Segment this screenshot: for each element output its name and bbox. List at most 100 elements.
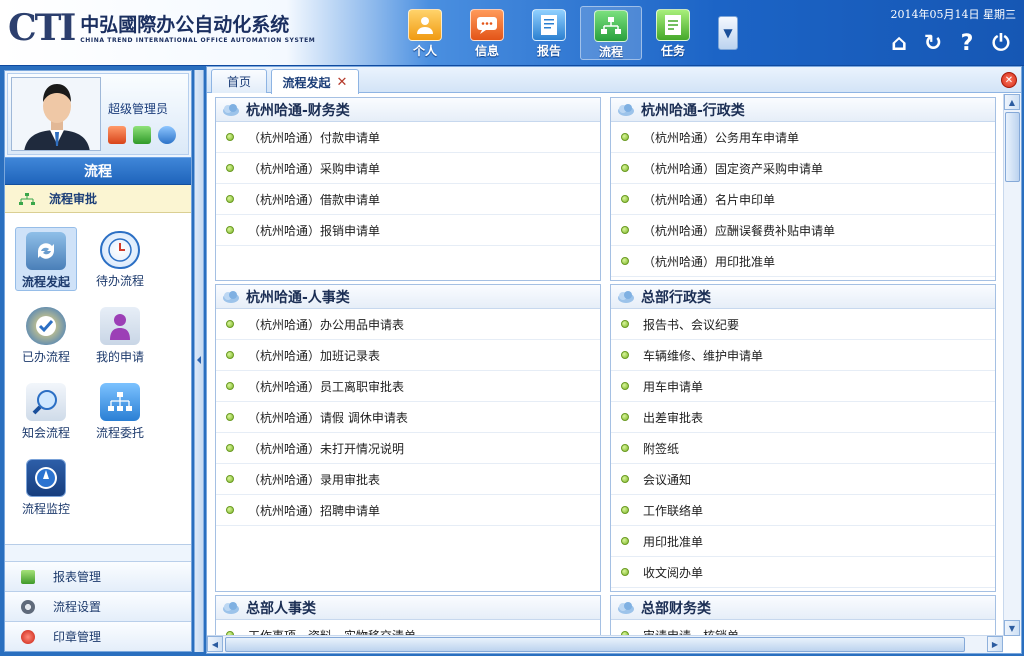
logo-mark: CTI xyxy=(8,7,76,49)
list-item[interactable]: 收文阅办单 xyxy=(611,557,995,588)
list-item[interactable]: 报告书、会议纪要 xyxy=(611,309,995,340)
power-icon[interactable]: ⏻ xyxy=(984,30,1018,56)
list-item[interactable]: （杭州哈通）报销申请单 xyxy=(216,215,600,246)
nav-flow[interactable]: 流程 xyxy=(580,6,642,60)
list-item[interactable]: （杭州哈通）招聘申请单 xyxy=(216,495,600,526)
bullet-icon xyxy=(621,257,629,265)
logo: CTI 中弘國際办公自动化系统 CHINA TREND INTERNATIONA… xyxy=(8,10,315,46)
section-title: 流程 xyxy=(5,157,191,185)
seal-icon xyxy=(21,629,35,644)
list-item[interactable]: 工作事项、资料、实物移交清单 xyxy=(216,620,600,635)
edit-icon[interactable] xyxy=(133,126,151,144)
nav-message[interactable]: 信息 xyxy=(456,6,518,60)
lock-icon[interactable] xyxy=(108,126,126,144)
cloud-flow-icon xyxy=(223,290,239,303)
list-item[interactable]: 用印批准单 xyxy=(611,526,995,557)
cloud-flow-icon xyxy=(618,290,634,303)
panel-hq-admin: 总部行政类 报告书、会议纪要 车辆维修、维护申请单 用车申请单 出差审批表 附签… xyxy=(610,284,996,592)
cloud-flow-icon xyxy=(223,103,239,116)
org-chart-icon xyxy=(100,383,140,421)
list-item[interactable]: 用车申请单 xyxy=(611,371,995,402)
bullet-icon xyxy=(621,537,629,545)
list-item[interactable]: （杭州哈通）录用审批表 xyxy=(216,464,600,495)
list-item[interactable]: （杭州哈通）未打开情况说明 xyxy=(216,433,600,464)
home-icon[interactable]: ⌂ xyxy=(882,30,916,56)
list-item[interactable]: （杭州哈通）固定资产采购申请单 xyxy=(611,153,995,184)
flow-category-grid: 杭州哈通-财务类 （杭州哈通）付款申请单 （杭州哈通）采购申请单 （杭州哈通）借… xyxy=(207,94,1003,635)
sidebar-splitter[interactable] xyxy=(194,70,204,652)
scroll-left-icon[interactable]: ◀ xyxy=(207,636,223,652)
bullet-icon xyxy=(621,568,629,576)
report-icon xyxy=(532,9,566,41)
close-all-tabs-icon[interactable]: ✕ xyxy=(1001,72,1017,88)
launcher-grid: 流程发起 待办流程 已办流程 我的申请 知会流程 流程委托 流程监控 xyxy=(5,213,191,545)
list-item[interactable]: 工作联络单 xyxy=(611,495,995,526)
task-icon xyxy=(656,9,690,41)
panel-hz-hr: 杭州哈通-人事类 （杭州哈通）办公用品申请表 （杭州哈通）加班记录表 （杭州哈通… xyxy=(215,284,601,592)
horizontal-scrollbar[interactable]: ◀ ▶ xyxy=(207,635,1003,653)
sidebar: 超级管理员 流程 流程审批 流程发起 待办流程 已办流程 我的申请 知会流程 流… xyxy=(4,70,192,652)
launcher-notify[interactable]: 知会流程 xyxy=(15,379,77,443)
list-item[interactable]: （杭州哈通）借款申请单 xyxy=(216,184,600,215)
nav-report[interactable]: 报告 xyxy=(518,6,580,60)
nav-personal[interactable]: 个人 xyxy=(394,6,456,60)
panel-title: 杭州哈通-行政类 xyxy=(611,98,995,122)
launcher-delegate[interactable]: 流程委托 xyxy=(89,379,151,443)
bullet-icon xyxy=(621,413,629,421)
scroll-up-icon[interactable]: ▲ xyxy=(1004,94,1020,110)
list-item[interactable]: （杭州哈通）公务用车申请单 xyxy=(611,122,995,153)
refresh-icon[interactable]: ↻ xyxy=(916,30,950,56)
main-area: 首页 流程发起 ✕ ✕ 杭州哈通-财务类 （杭州哈通）付款申请单 （杭州哈通）采… xyxy=(206,66,1022,654)
panel-title: 杭州哈通-人事类 xyxy=(216,285,600,309)
bullet-icon xyxy=(226,320,234,328)
vertical-scrollbar[interactable]: ▲ ▼ xyxy=(1003,94,1021,636)
bullet-icon xyxy=(226,133,234,141)
panel-title: 总部行政类 xyxy=(611,285,995,309)
list-item[interactable]: （杭州哈通）采购申请单 xyxy=(216,153,600,184)
nav-task[interactable]: 任务 xyxy=(642,6,704,60)
sidebar-item-flow-settings[interactable]: 流程设置 xyxy=(5,591,191,621)
nav-more-button[interactable]: ▼ xyxy=(718,16,738,50)
scroll-right-icon[interactable]: ▶ xyxy=(987,636,1003,652)
app-header: CTI 中弘國際办公自动化系统 CHINA TREND INTERNATIONA… xyxy=(0,0,1024,66)
panel-hq-finance: 总部财务类 审请申请、核销单 xyxy=(610,595,996,635)
launcher-done[interactable]: 已办流程 xyxy=(15,303,77,367)
help-icon[interactable]: ? xyxy=(950,30,984,56)
tab-flow-start[interactable]: 流程发起 ✕ xyxy=(271,69,359,94)
tab-home[interactable]: 首页 xyxy=(211,69,267,93)
list-item[interactable]: （杭州哈通）付款申请单 xyxy=(216,122,600,153)
bullet-icon xyxy=(226,226,234,234)
list-item[interactable]: （杭州哈通）办公用品申请表 xyxy=(216,309,600,340)
list-item[interactable]: 出差审批表 xyxy=(611,402,995,433)
list-item[interactable]: 审请申请、核销单 xyxy=(611,620,995,635)
list-item[interactable]: 会议通知 xyxy=(611,464,995,495)
launcher-my-request[interactable]: 我的申请 xyxy=(89,303,151,367)
list-item[interactable]: 附签纸 xyxy=(611,433,995,464)
user-icon[interactable] xyxy=(158,126,176,144)
bullet-icon xyxy=(621,444,629,452)
launcher-monitor[interactable]: 流程监控 xyxy=(15,455,77,519)
sidebar-item-seal-manage[interactable]: 印章管理 xyxy=(5,621,191,651)
close-icon[interactable]: ✕ xyxy=(337,75,348,90)
list-item[interactable]: （杭州哈通）名片申印单 xyxy=(611,184,995,215)
list-item[interactable]: （杭州哈通）用印批准单 xyxy=(611,246,995,277)
list-item[interactable]: （杭州哈通）员工离职审批表 xyxy=(216,371,600,402)
launcher-pending[interactable]: 待办流程 xyxy=(89,227,151,291)
logo-title-cn: 中弘國際办公自动化系统 xyxy=(80,14,290,36)
panel-hq-hr: 总部人事类 工作事项、资料、实物移交清单 xyxy=(215,595,601,635)
sidebar-item-report-manage[interactable]: 报表管理 xyxy=(5,561,191,591)
list-item[interactable]: 车辆维修、维护申请单 xyxy=(611,340,995,371)
scroll-down-icon[interactable]: ▼ xyxy=(1004,620,1020,636)
list-item[interactable]: （杭州哈通）请假 调休申请表 xyxy=(216,402,600,433)
vertical-scroll-thumb[interactable] xyxy=(1005,112,1020,182)
clock-icon xyxy=(100,231,140,269)
horizontal-scroll-thumb[interactable] xyxy=(225,637,965,652)
list-item[interactable]: （杭州哈通）应酬误餐费补贴申请单 xyxy=(611,215,995,246)
list-item[interactable]: （杭州哈通）加班记录表 xyxy=(216,340,600,371)
bullet-icon xyxy=(621,195,629,203)
subhead-flow-approval[interactable]: 流程审批 xyxy=(5,185,191,213)
launcher-flow-start[interactable]: 流程发起 xyxy=(15,227,77,291)
collapse-arrow-icon[interactable] xyxy=(197,356,201,364)
cloud-flow-icon xyxy=(618,103,634,116)
bullet-icon xyxy=(621,475,629,483)
